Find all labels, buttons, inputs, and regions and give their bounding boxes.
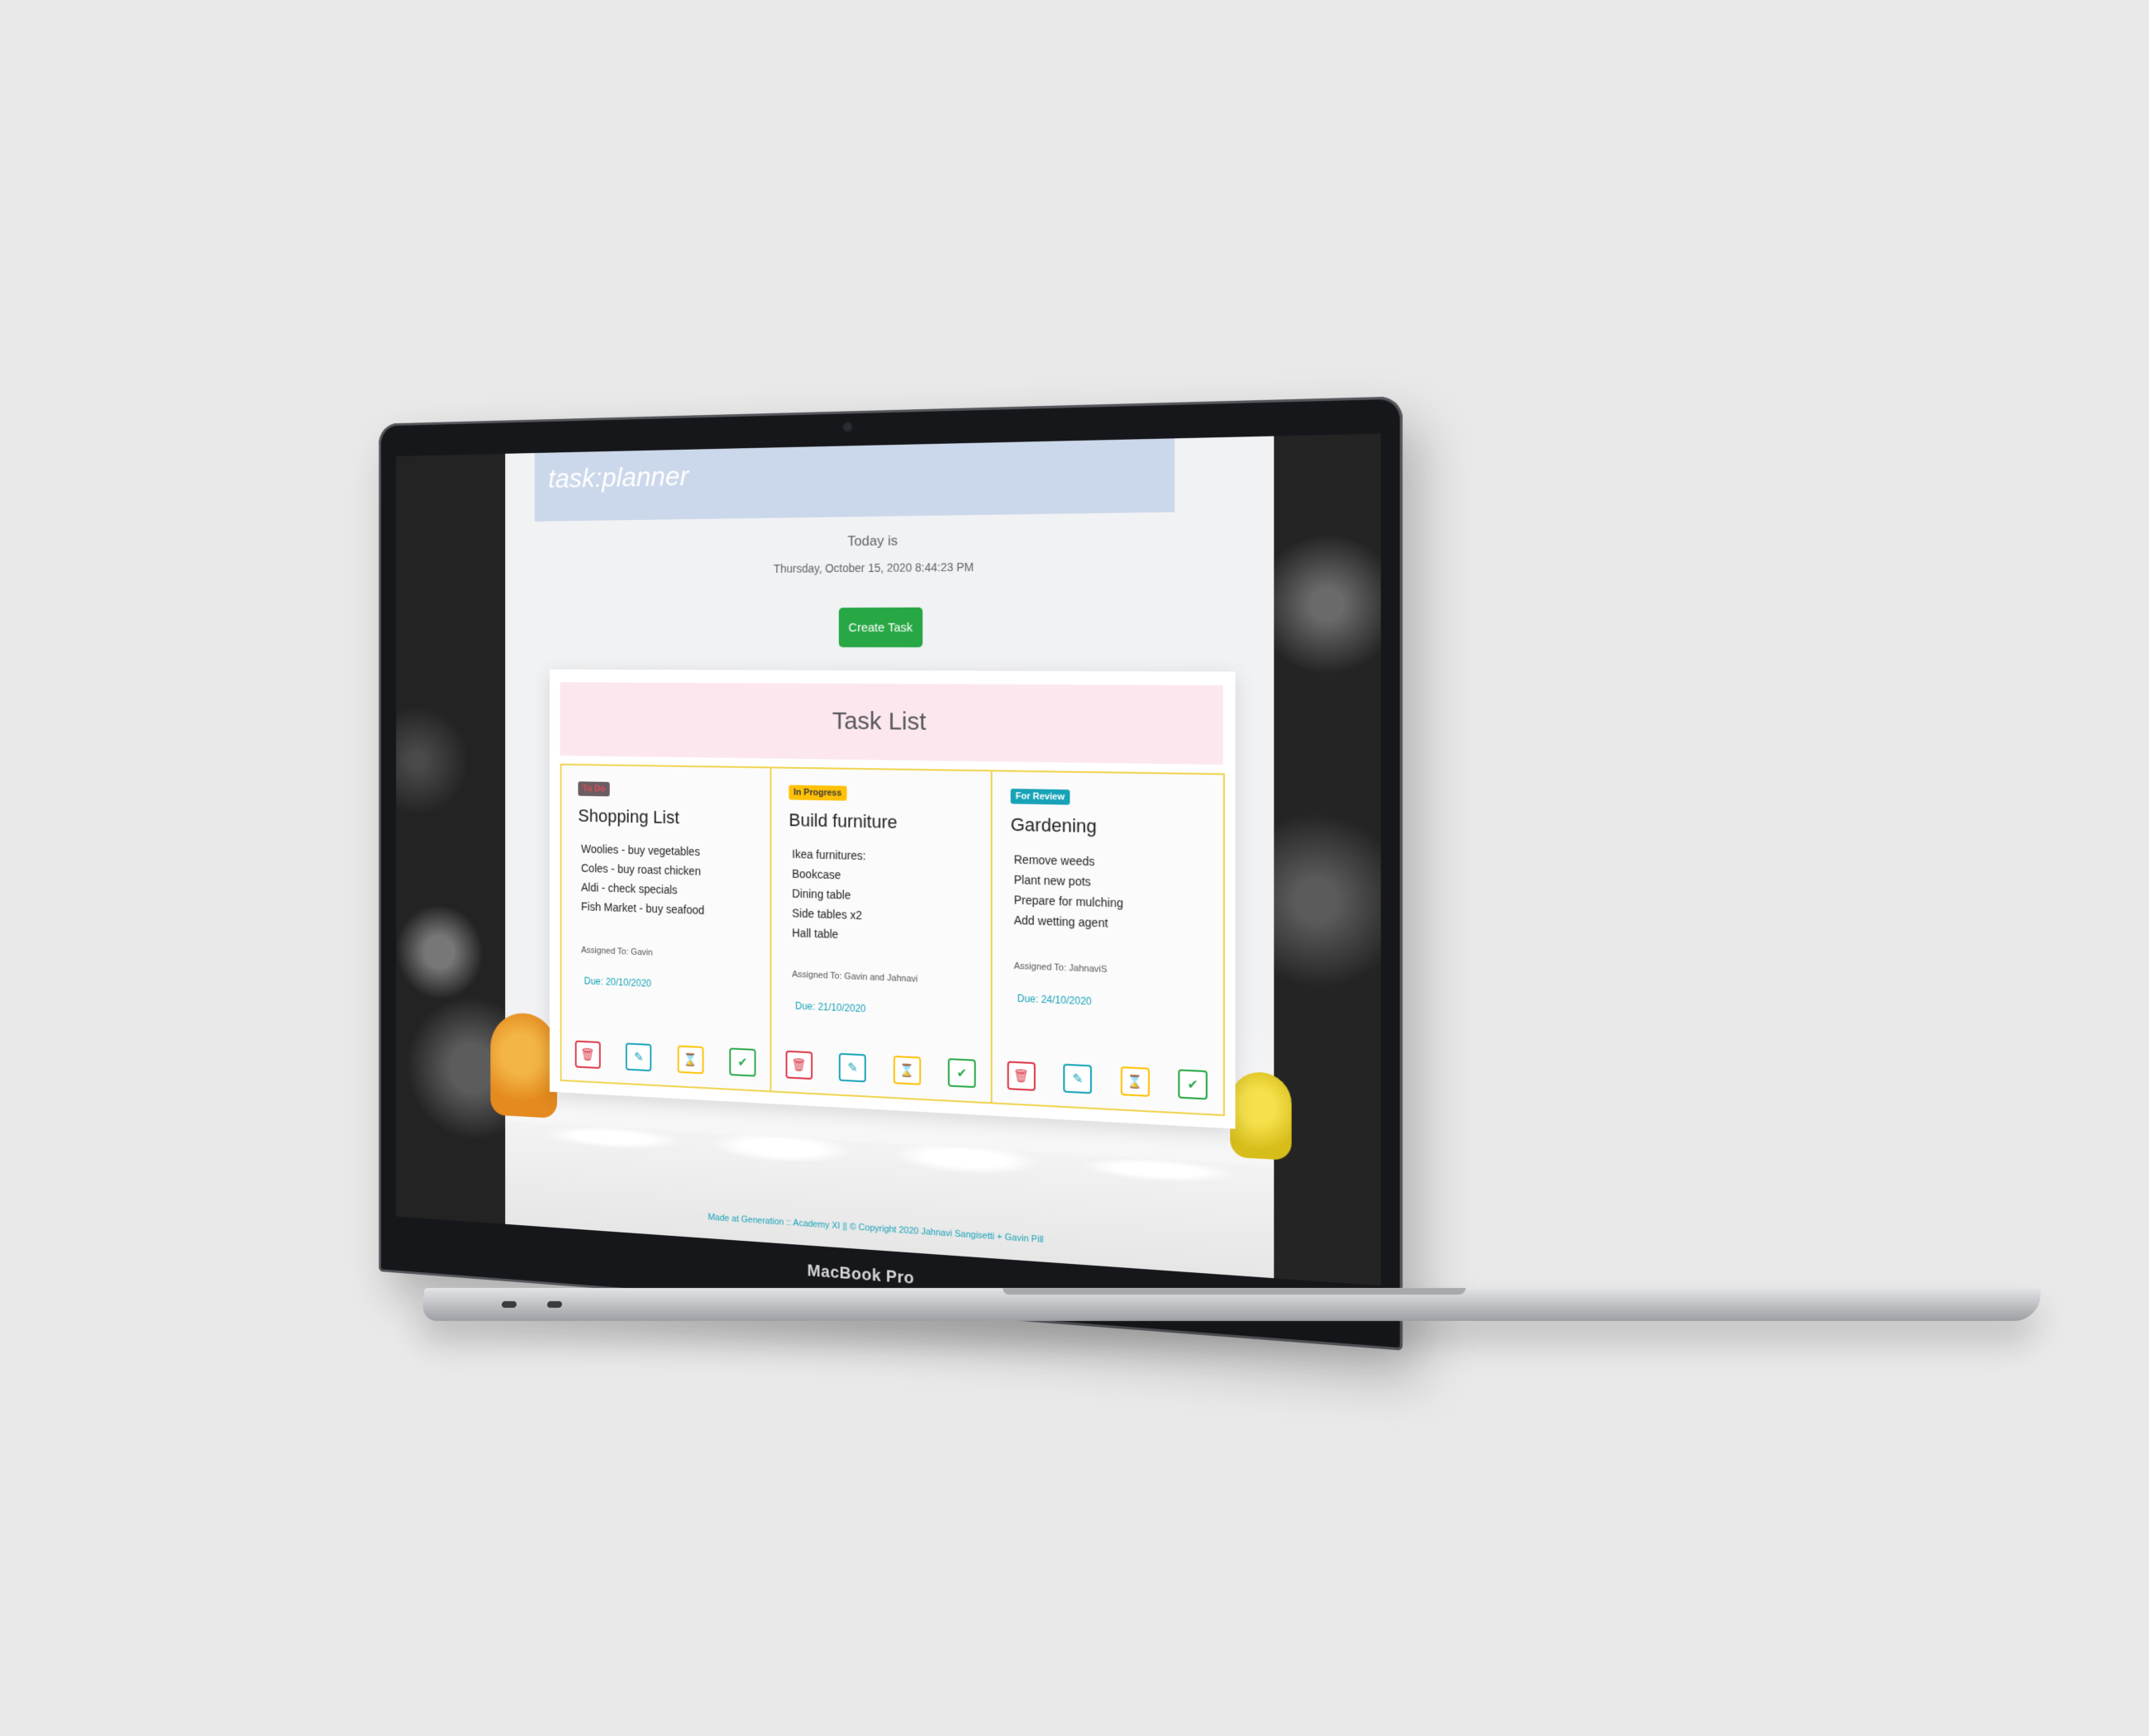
check-icon: ✔ xyxy=(1187,1077,1198,1093)
app-page: task:planner Today is Thursday, October … xyxy=(490,436,1292,1279)
edit-task-button[interactable]: ✎ xyxy=(839,1052,867,1083)
check-icon: ✔ xyxy=(956,1066,967,1081)
task-actions: 🗑 ✎ ⌛ ✔ xyxy=(574,1040,756,1077)
task-title: Shopping List xyxy=(578,805,679,828)
task-assignee: Assigned To: JahnaviS xyxy=(1013,961,1108,975)
mark-done-button[interactable]: ✔ xyxy=(947,1058,976,1089)
check-icon: ✔ xyxy=(737,1055,748,1071)
task-due-date: Due: 21/10/2020 xyxy=(795,999,866,1015)
task-item: Add wetting agent xyxy=(1013,913,1108,930)
task-item: Remove weeds xyxy=(1013,852,1095,869)
current-datetime: Thursday, October 15, 2020 8:44:23 PM xyxy=(773,560,974,575)
task-description: Woolies - buy vegetables Coles - buy roa… xyxy=(581,839,704,920)
trash-icon: 🗑 xyxy=(580,1047,595,1062)
task-item: Ikea furnitures: xyxy=(792,847,866,863)
task-list-panel: Task List To Do Shopping List Woolies - … xyxy=(550,669,1236,1129)
today-label: Today is xyxy=(847,532,898,550)
hourglass-icon: ⌛ xyxy=(683,1052,698,1068)
task-title: Gardening xyxy=(1010,813,1097,837)
trackpad-notch xyxy=(1002,1288,1466,1295)
delete-task-button[interactable]: 🗑 xyxy=(785,1050,813,1080)
task-item: Fish Market - buy seafood xyxy=(581,899,705,917)
mark-in-progress-button[interactable]: ⌛ xyxy=(677,1045,704,1075)
edit-icon: ✎ xyxy=(1072,1071,1084,1087)
laptop-screen: task:planner Today is Thursday, October … xyxy=(396,433,1381,1286)
task-assignee: Assigned To: Gavin and Jahnavi xyxy=(792,969,918,985)
task-cards: To Do Shopping List Woolies - buy vegeta… xyxy=(560,763,1225,1117)
task-item: Dining table xyxy=(792,886,851,902)
background-left xyxy=(396,453,506,1224)
task-item: Hall table xyxy=(792,926,839,942)
trash-icon: 🗑 xyxy=(791,1057,807,1073)
usb-c-port xyxy=(501,1301,517,1308)
navbar: task:planner xyxy=(535,438,1175,522)
task-actions: 🗑 ✎ ⌛ ✔ xyxy=(785,1050,976,1089)
mark-in-progress-button[interactable]: ⌛ xyxy=(893,1055,921,1085)
edit-task-button[interactable]: ✎ xyxy=(1063,1063,1093,1095)
task-item: Plant new pots xyxy=(1013,872,1091,889)
edit-icon: ✎ xyxy=(634,1050,644,1065)
task-title: Build furniture xyxy=(789,809,898,832)
task-card: For Review Gardening Remove weeds Plant … xyxy=(990,770,1225,1117)
cactus-right xyxy=(1230,1071,1292,1161)
mockup-scene: task:planner Today is Thursday, October … xyxy=(0,0,2149,1736)
edit-task-button[interactable]: ✎ xyxy=(626,1042,652,1072)
status-badge: In Progress xyxy=(789,785,847,801)
create-task-button[interactable]: Create Task xyxy=(838,607,923,648)
status-badge: For Review xyxy=(1010,789,1070,805)
trash-icon: 🗑 xyxy=(1013,1068,1030,1085)
delete-task-button[interactable]: 🗑 xyxy=(574,1040,601,1069)
task-list-title: Task List xyxy=(560,682,1223,765)
laptop-lid: task:planner Today is Thursday, October … xyxy=(379,396,1403,1351)
task-item: Side tables x2 xyxy=(792,906,862,923)
task-description: Ikea furnitures: Bookcase Dining table S… xyxy=(792,844,865,945)
laptop-base xyxy=(422,1288,2042,1321)
task-item: Bookcase xyxy=(792,866,841,882)
cactus-left xyxy=(490,1011,558,1119)
task-assignee: Assigned To: Gavin xyxy=(581,945,653,958)
status-badge: To Do xyxy=(578,781,610,797)
task-actions: 🗑 ✎ ⌛ ✔ xyxy=(1007,1061,1208,1100)
task-due-date: Due: 20/10/2020 xyxy=(584,975,651,990)
task-description: Remove weeds Plant new pots Prepare for … xyxy=(1014,849,1123,933)
brand-logo[interactable]: task:planner xyxy=(548,460,689,494)
mark-done-button[interactable]: ✔ xyxy=(1178,1069,1208,1100)
task-card: In Progress Build furniture Ikea furnitu… xyxy=(770,766,993,1104)
mark-in-progress-button[interactable]: ⌛ xyxy=(1120,1066,1150,1097)
webcam xyxy=(843,422,852,432)
task-card: To Do Shopping List Woolies - buy vegeta… xyxy=(560,763,772,1093)
hourglass-icon: ⌛ xyxy=(1127,1074,1143,1090)
edit-icon: ✎ xyxy=(847,1061,858,1075)
background-right xyxy=(1274,433,1381,1286)
usb-c-port xyxy=(546,1301,563,1308)
mark-done-button[interactable]: ✔ xyxy=(729,1047,756,1077)
delete-task-button[interactable]: 🗑 xyxy=(1007,1061,1036,1091)
task-due-date: Due: 24/10/2020 xyxy=(1017,992,1092,1008)
hourglass-icon: ⌛ xyxy=(899,1063,915,1079)
